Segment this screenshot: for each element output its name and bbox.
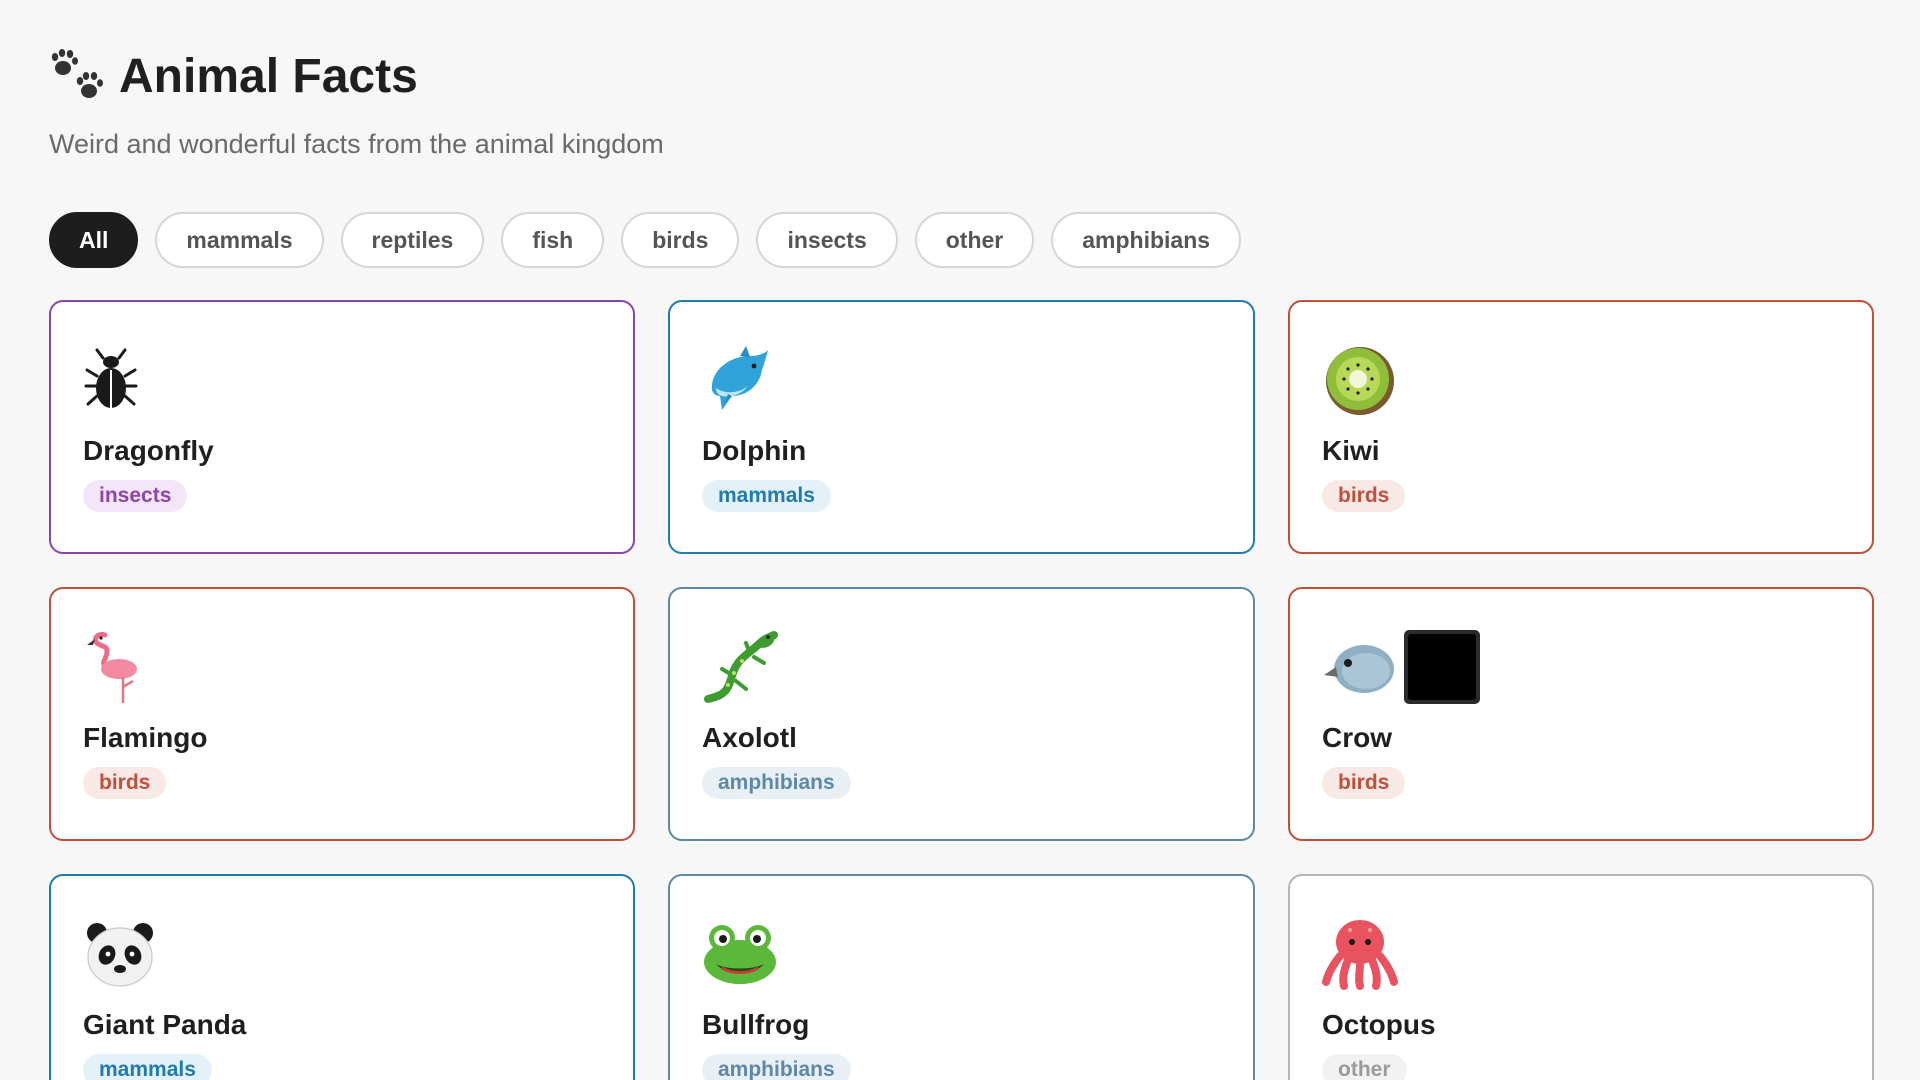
kiwi-fruit-icon [1322,343,1396,422]
filter-chip-other[interactable]: other [914,212,1035,268]
animal-card-grid: Dragonfly insects Dolphin mammals Kiwi b… [49,300,1874,1080]
page-subtitle: Weird and wonderful facts from the anima… [49,129,664,159]
animal-name: Dragonfly [83,435,214,466]
animal-card[interactable]: Dragonfly insects [49,300,635,554]
filter-chip-mammals[interactable]: mammals [155,212,324,268]
filter-chip-birds[interactable]: birds [621,212,740,268]
beetle-icon [83,348,139,417]
header: Animal Facts [49,48,1871,106]
bird-black-square-icon [1322,629,1840,710]
animal-card[interactable]: Flamingo birds [49,587,635,841]
animal-name: Kiwi [1322,435,1380,466]
category-badge: mammals [702,480,831,512]
category-badge: insects [83,480,188,512]
black-square-icon [1402,629,1482,710]
animal-name: Octopus [1322,1009,1436,1040]
category-badge: mammals [83,1054,212,1080]
page: Animal Facts Weird and wonderful facts f… [0,0,1920,1080]
paw-prints-icon [49,48,109,106]
animal-name: Bullfrog [702,1009,810,1040]
dolphin-icon [702,344,774,421]
filter-chip-amphibians[interactable]: amphibians [1051,212,1242,268]
category-badge: amphibians [702,1054,851,1080]
animal-name: Crow [1322,722,1392,753]
flamingo-icon [83,629,147,710]
animal-card[interactable]: Bullfrog amphibians [668,874,1255,1080]
animal-card[interactable]: Giant Panda mammals [49,874,635,1080]
animal-card[interactable]: Axolotl amphibians [668,587,1255,841]
filter-bar: All mammals reptiles fish birds insects … [49,212,1871,268]
animal-card[interactable]: Crow birds [1288,587,1874,841]
category-badge: birds [83,767,167,799]
animal-name: Dolphin [702,435,807,466]
filter-chip-fish[interactable]: fish [501,212,605,268]
bird-icon [1322,635,1398,704]
panda-icon [83,919,157,994]
filter-chip-all[interactable]: All [49,212,139,268]
category-badge: birds [1322,767,1406,799]
lizard-icon [702,629,778,710]
animal-name: Axolotl [702,722,797,753]
animal-card[interactable]: Dolphin mammals [668,300,1255,554]
filter-chip-insects[interactable]: insects [756,212,898,268]
frog-icon [702,922,778,991]
category-badge: other [1322,1054,1407,1080]
animal-name: Flamingo [83,722,208,753]
filter-chip-reptiles[interactable]: reptiles [340,212,485,268]
animal-card[interactable]: Kiwi birds [1288,300,1874,554]
octopus-icon [1322,918,1398,995]
animal-card[interactable]: Octopus other [1288,874,1874,1080]
animal-name: Giant Panda [83,1009,247,1040]
category-badge: amphibians [702,767,851,799]
category-badge: birds [1322,480,1406,512]
page-title: Animal Facts [119,50,418,103]
